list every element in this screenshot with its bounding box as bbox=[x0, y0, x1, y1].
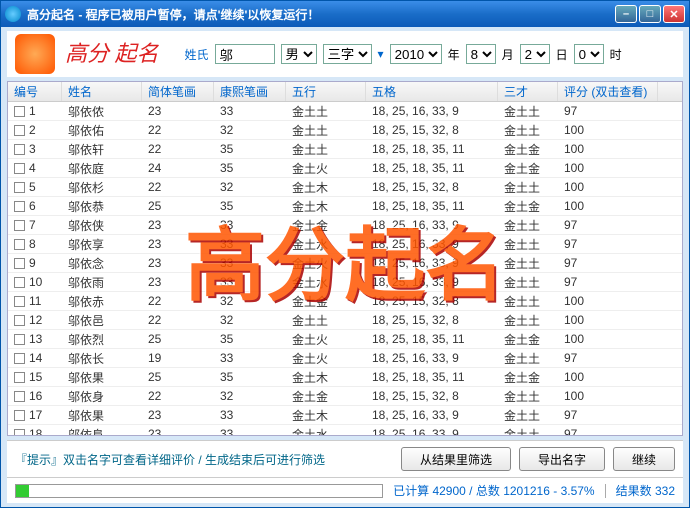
month-suffix: 月 bbox=[502, 46, 514, 63]
row-checkbox[interactable] bbox=[14, 163, 25, 174]
table-body[interactable]: 1邬依侬2333金土土18, 25, 16, 33, 9金土土972邬依佑223… bbox=[8, 102, 682, 435]
row-checkbox[interactable] bbox=[14, 201, 25, 212]
table-row[interactable]: 2邬依佑2232金土土18, 25, 15, 32, 8金土土100 bbox=[8, 121, 682, 140]
row-checkbox[interactable] bbox=[14, 372, 25, 383]
gender-select[interactable]: 男 bbox=[281, 44, 317, 64]
row-checkbox[interactable] bbox=[14, 334, 25, 345]
table-row[interactable]: 15邬依果2535金土木18, 25, 18, 35, 11金土金100 bbox=[8, 368, 682, 387]
col-kx[interactable]: 康熙笔画 bbox=[214, 82, 286, 101]
table-row[interactable]: 3邬依轩2235金土土18, 25, 18, 35, 11金土金100 bbox=[8, 140, 682, 159]
col-sc[interactable]: 三才 bbox=[498, 82, 558, 101]
row-checkbox[interactable] bbox=[14, 391, 25, 402]
table-row[interactable]: 12邬依邑2232金土土18, 25, 15, 32, 8金土土100 bbox=[8, 311, 682, 330]
table-row[interactable]: 8邬依享2333金土水18, 25, 16, 33, 9金土土97 bbox=[8, 235, 682, 254]
col-name[interactable]: 姓名 bbox=[62, 82, 142, 101]
table-row[interactable]: 6邬依恭2535金土木18, 25, 18, 35, 11金土金100 bbox=[8, 197, 682, 216]
day-suffix: 日 bbox=[556, 46, 568, 63]
table-row[interactable]: 9邬依念2333金土火18, 25, 16, 33, 9金土土97 bbox=[8, 254, 682, 273]
table-row[interactable]: 5邬依杉2232金土木18, 25, 15, 32, 8金土土100 bbox=[8, 178, 682, 197]
row-checkbox[interactable] bbox=[14, 277, 25, 288]
row-checkbox[interactable] bbox=[14, 429, 25, 436]
row-checkbox[interactable] bbox=[14, 106, 25, 117]
row-checkbox[interactable] bbox=[14, 144, 25, 155]
hour-select[interactable]: 0 bbox=[574, 44, 604, 64]
surname-input[interactable] bbox=[215, 44, 275, 64]
row-checkbox[interactable] bbox=[14, 258, 25, 269]
row-checkbox[interactable] bbox=[14, 296, 25, 307]
table-row[interactable]: 13邬依烈2535金土火18, 25, 18, 35, 11金土金100 bbox=[8, 330, 682, 349]
footer: 『提示』双击名字可查看详细评价 / 生成结束后可进行筛选 从结果里筛选 导出名字… bbox=[7, 440, 683, 503]
titlebar[interactable]: 高分起名 - 程序已被用户暂停，请点'继续'以恢复运行！ – □ ✕ bbox=[1, 1, 689, 27]
app-window: 高分起名 - 程序已被用户暂停，请点'继续'以恢复运行！ – □ ✕ 高分 起名… bbox=[0, 0, 690, 508]
toolbar: 高分 起名 姓氏 男 三字 ▾ 2010 年 8 月 2 日 0 时 bbox=[7, 31, 683, 77]
table-row[interactable]: 17邬依果2333金土木18, 25, 16, 33, 9金土土97 bbox=[8, 406, 682, 425]
results-table: 编号 姓名 简体笔画 康熙笔画 五行 五格 三才 评分 (双击查看) 1邬依侬2… bbox=[7, 81, 683, 436]
window-title: 高分起名 - 程序已被用户暂停，请点'继续'以恢复运行！ bbox=[27, 6, 615, 23]
row-checkbox[interactable] bbox=[14, 182, 25, 193]
name-length-select[interactable]: 三字 bbox=[323, 44, 372, 64]
table-row[interactable]: 7邬依侠2333金土金18, 25, 16, 33, 9金土土97 bbox=[8, 216, 682, 235]
table-row[interactable]: 10邬依雨2333金土水18, 25, 16, 33, 9金土土97 bbox=[8, 273, 682, 292]
table-row[interactable]: 18邬依阜2333金土水18, 25, 16, 33, 9金土土97 bbox=[8, 425, 682, 435]
filter-button[interactable]: 从结果里筛选 bbox=[401, 447, 511, 471]
table-row[interactable]: 14邬依长1933金土火18, 25, 16, 33, 9金土土97 bbox=[8, 349, 682, 368]
row-checkbox[interactable] bbox=[14, 410, 25, 421]
hint-text: 『提示』双击名字可查看详细评价 / 生成结束后可进行筛选 bbox=[15, 451, 393, 468]
col-wx[interactable]: 五行 bbox=[286, 82, 366, 101]
maximize-button[interactable]: □ bbox=[639, 5, 661, 23]
app-icon bbox=[5, 6, 21, 22]
row-checkbox[interactable] bbox=[14, 239, 25, 250]
col-jt[interactable]: 简体笔画 bbox=[142, 82, 214, 101]
table-row[interactable]: 1邬依侬2333金土土18, 25, 16, 33, 9金土土97 bbox=[8, 102, 682, 121]
chevron-down-icon[interactable]: ▾ bbox=[378, 47, 384, 61]
row-checkbox[interactable] bbox=[14, 220, 25, 231]
table-row[interactable]: 4邬依庭2435金土火18, 25, 18, 35, 11金土金100 bbox=[8, 159, 682, 178]
minimize-button[interactable]: – bbox=[615, 5, 637, 23]
progress-bar bbox=[15, 484, 383, 498]
year-select[interactable]: 2010 bbox=[390, 44, 442, 64]
surname-label: 姓氏 bbox=[185, 46, 209, 63]
row-checkbox[interactable] bbox=[14, 315, 25, 326]
close-button[interactable]: ✕ bbox=[663, 5, 685, 23]
logo-text: 高分 起名 bbox=[65, 43, 159, 65]
row-checkbox[interactable] bbox=[14, 353, 25, 364]
hour-suffix: 时 bbox=[610, 46, 622, 63]
continue-button[interactable]: 继续 bbox=[613, 447, 675, 471]
stats-calculated: 已计算 42900 / 总数 1201216 - 3.57% bbox=[393, 482, 595, 499]
col-num[interactable]: 编号 bbox=[8, 82, 62, 101]
table-row[interactable]: 16邬依身2232金土金18, 25, 15, 32, 8金土土100 bbox=[8, 387, 682, 406]
table-header: 编号 姓名 简体笔画 康熙笔画 五行 五格 三才 评分 (双击查看) bbox=[8, 82, 682, 102]
export-button[interactable]: 导出名字 bbox=[519, 447, 605, 471]
col-wg[interactable]: 五格 bbox=[366, 82, 498, 101]
logo-icon bbox=[15, 34, 55, 74]
day-select[interactable]: 2 bbox=[520, 44, 550, 64]
table-row[interactable]: 11邬依赤2232金土金18, 25, 15, 32, 8金土土100 bbox=[8, 292, 682, 311]
progress-fill bbox=[16, 485, 29, 497]
col-score[interactable]: 评分 (双击查看) bbox=[558, 82, 658, 101]
year-suffix: 年 bbox=[448, 46, 460, 63]
stats-results: 结果数 332 bbox=[616, 482, 675, 499]
row-checkbox[interactable] bbox=[14, 125, 25, 136]
month-select[interactable]: 8 bbox=[466, 44, 496, 64]
